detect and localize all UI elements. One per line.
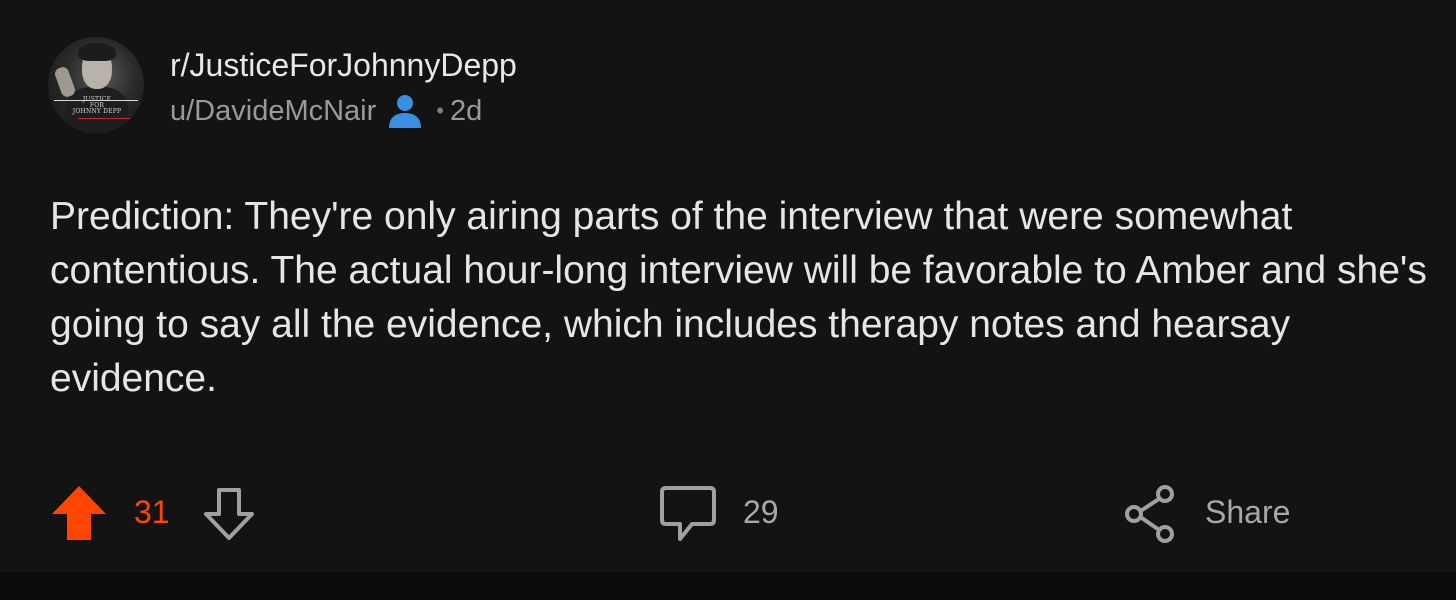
post-age: 2d: [450, 94, 483, 127]
upvote-arrow-icon[interactable]: [50, 484, 108, 542]
share-icon[interactable]: [1122, 484, 1180, 544]
downvote-arrow-icon[interactable]: [201, 486, 257, 542]
subreddit-avatar[interactable]: JUSTICE FOR JOHNNY DEPP: [48, 37, 144, 133]
post-card[interactable]: JUSTICE FOR JOHNNY DEPP r/JusticeForJohn…: [0, 0, 1456, 572]
avatar-logo-line-3: JOHNNY DEPP: [72, 108, 122, 115]
user-icon: [389, 95, 422, 128]
share-button-label[interactable]: Share: [1205, 494, 1290, 531]
comment-bubble-icon[interactable]: [658, 484, 718, 544]
author-name[interactable]: u/DavideMcNair: [170, 95, 376, 128]
post-body: Prediction: They're only airing parts of…: [50, 195, 1427, 400]
post-meta: u/DavideMcNair • 2d: [170, 94, 482, 128]
avatar-logo-underline: [78, 118, 134, 119]
avatar-figure-hair: [78, 43, 116, 61]
avatar-figure-arm: [53, 65, 77, 99]
comment-count[interactable]: 29: [743, 494, 779, 531]
meta-separator: •: [436, 98, 444, 123]
subreddit-name[interactable]: r/JusticeForJohnnyDepp: [170, 47, 517, 84]
upvote-count: 31: [134, 494, 170, 530]
avatar-logo-text: JUSTICE FOR JOHNNY DEPP: [72, 97, 122, 115]
